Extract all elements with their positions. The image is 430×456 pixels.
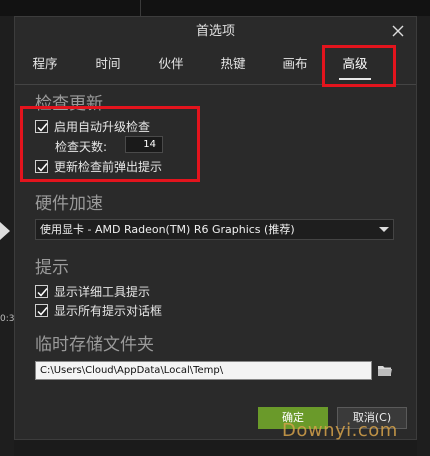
detail-tooltips-option[interactable]: 显示详细工具提示 (35, 283, 150, 299)
background-play-icon (0, 222, 10, 240)
all-dialogs-checkbox[interactable] (35, 303, 48, 317)
background-right-panel (417, 16, 430, 456)
detail-tooltips-label: 显示详细工具提示 (54, 284, 151, 299)
all-dialogs-label: 显示所有提示对话框 (54, 303, 163, 318)
folder-icon[interactable] (375, 361, 395, 380)
tab-canvas[interactable]: 画布 (273, 53, 317, 75)
detail-tooltips-checkbox[interactable] (35, 284, 48, 298)
site-watermark: Downyi.com (282, 420, 398, 441)
gpu-select-value: 使用显卡 - AMD Radeon(TM) R6 Graphics (推荐) (40, 223, 295, 236)
section-title-hardware-acceleration: 硬件加速 (35, 194, 103, 214)
tab-program[interactable]: 程序 (23, 53, 67, 75)
chevron-down-icon (379, 227, 389, 232)
gpu-select[interactable]: 使用显卡 - AMD Radeon(TM) R6 Graphics (推荐) (35, 219, 394, 240)
background-timeline-header (0, 0, 430, 16)
tab-hotkeys[interactable]: 热键 (211, 53, 255, 75)
tab-partner[interactable]: 伙伴 (149, 53, 193, 75)
section-title-tips: 提示 (35, 258, 69, 278)
background-time-fragment: 0:3 (0, 314, 15, 324)
background-divider (140, 0, 141, 16)
all-dialogs-option[interactable]: 显示所有提示对话框 (35, 302, 162, 318)
highlight-box-advanced-tab (322, 45, 396, 87)
temp-folder-path-input[interactable]: C:\Users\Cloud\AppData\Local\Temp\ (35, 361, 372, 380)
tab-time[interactable]: 时间 (86, 53, 130, 75)
dialog-title: 首选项 (195, 24, 235, 39)
close-icon[interactable] (390, 23, 406, 39)
highlight-box-update-options (20, 106, 200, 182)
section-title-temp-folder: 临时存储文件夹 (35, 335, 154, 355)
